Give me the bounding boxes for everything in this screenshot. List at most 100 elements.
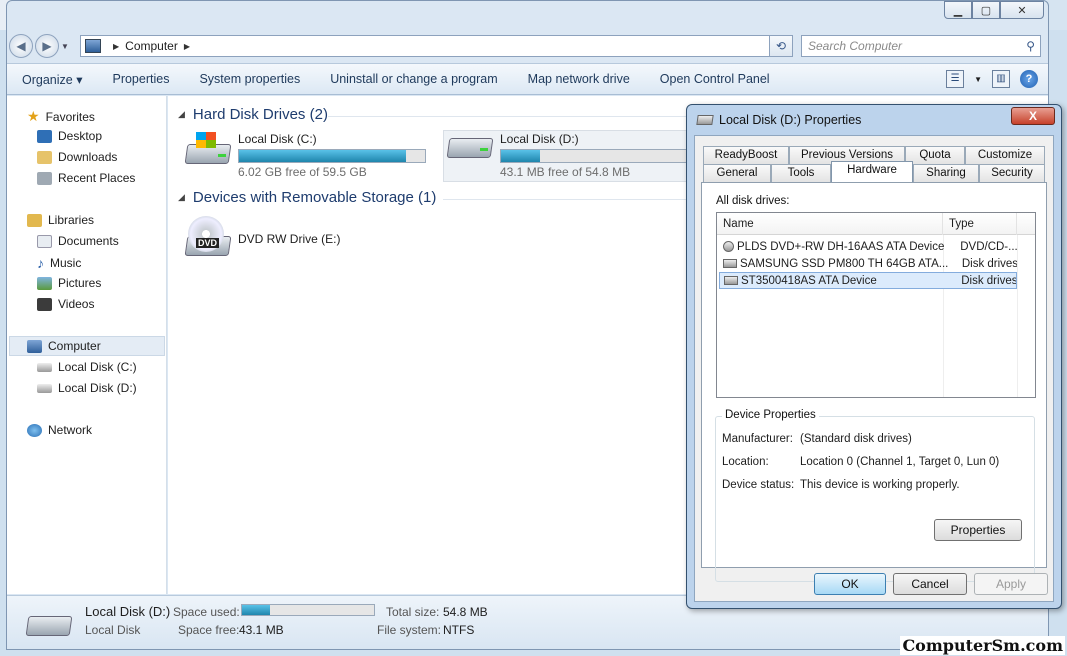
device-properties-button[interactable]: Properties: [934, 519, 1022, 541]
nav-recent-places[interactable]: Recent Places: [37, 171, 135, 185]
list-item[interactable]: SAMSUNG SSD PM800 TH 64GB ATA... Disk dri…: [719, 255, 1017, 272]
drive-c-item[interactable]: Local Disk (C:) 6.02 GB free of 59.5 GB: [184, 132, 426, 179]
all-disk-drives-label: All disk drives:: [716, 195, 790, 207]
open-control-panel-button[interactable]: Open Control Panel: [645, 72, 785, 86]
map-network-drive-button[interactable]: Map network drive: [513, 72, 645, 86]
hard-disk-icon: [723, 259, 737, 268]
nav-pictures[interactable]: Pictures: [37, 276, 101, 290]
view-dropdown-icon[interactable]: ▼: [974, 75, 982, 84]
properties-button[interactable]: Properties: [97, 72, 184, 86]
tab-readyboost[interactable]: ReadyBoost: [703, 146, 789, 164]
drive-c-name: Local Disk (C:): [238, 132, 317, 146]
view-options-icon[interactable]: ☰: [946, 70, 965, 88]
details-space-used-label: Space used:: [173, 605, 240, 619]
device-properties-legend: Device Properties: [722, 409, 819, 421]
apply-button: Apply: [974, 573, 1048, 595]
drive-d-usage-bar: [500, 149, 688, 163]
system-properties-button[interactable]: System properties: [184, 72, 315, 86]
collapse-arrow-icon[interactable]: ◢: [178, 109, 185, 120]
help-icon[interactable]: ?: [1020, 70, 1038, 88]
cancel-button[interactable]: Cancel: [893, 573, 967, 595]
drive-d-name: Local Disk (D:): [500, 132, 579, 146]
ok-button[interactable]: OK: [814, 573, 886, 595]
nav-libraries[interactable]: Libraries: [27, 213, 94, 227]
details-space-free: 43.1 MB: [239, 623, 284, 637]
breadcrumb-computer[interactable]: Computer: [125, 39, 178, 53]
address-bar[interactable]: ▶ Computer ▶ ▼: [80, 35, 792, 57]
properties-dialog: Local Disk (D:) Properties X ReadyBoost …: [686, 104, 1062, 609]
pictures-icon: [37, 276, 52, 290]
drive-d-free: 43.1 MB free of 54.8 MB: [500, 165, 631, 179]
dvd-drive-icon: DVD: [184, 216, 232, 256]
dvd-drive-icon: [723, 241, 734, 252]
back-button[interactable]: ◀: [9, 34, 33, 58]
list-header: Name Type: [717, 213, 1035, 235]
drive-d-item[interactable]: Local Disk (D:) 43.1 MB free of 54.8 MB: [446, 132, 688, 179]
nav-local-disk-c[interactable]: Local Disk (C:): [37, 360, 137, 374]
hard-disk-icon: [25, 612, 73, 636]
minimize-button[interactable]: ▁: [944, 1, 972, 19]
column-name-header[interactable]: Name: [717, 213, 943, 235]
nav-documents[interactable]: Documents: [37, 234, 119, 248]
tab-customize[interactable]: Customize: [965, 146, 1045, 164]
device-status-label: Device status:: [722, 479, 795, 491]
nav-local-disk-d[interactable]: Local Disk (D:): [37, 381, 137, 395]
column-type-header[interactable]: Type: [943, 213, 1017, 235]
details-file-system-label: File system:: [377, 623, 442, 637]
nav-desktop[interactable]: Desktop: [37, 129, 102, 143]
downloads-icon: [37, 150, 52, 164]
refresh-button[interactable]: ⟲: [769, 35, 793, 57]
group-hard-disk-drives[interactable]: ◢ Hard Disk Drives (2): [178, 106, 328, 123]
hard-disk-icon: [724, 276, 738, 285]
manufacturer-value: (Standard disk drives): [800, 433, 912, 445]
recent-pages-dropdown[interactable]: ▼: [61, 42, 71, 51]
details-total-size: 54.8 MB: [443, 605, 488, 619]
maximize-button[interactable]: ▢: [972, 1, 1000, 19]
details-type: Local Disk: [85, 623, 141, 637]
computer-icon: [27, 339, 42, 353]
group-removable-storage[interactable]: ◢ Devices with Removable Storage (1): [178, 189, 436, 206]
videos-icon: [37, 297, 52, 311]
nav-computer[interactable]: Computer: [27, 339, 101, 353]
search-input[interactable]: Search Computer ⚲: [801, 35, 1041, 57]
list-item[interactable]: PLDS DVD+-RW DH-16AAS ATA Device DVD/CD-.…: [719, 238, 1017, 255]
computer-icon: [85, 39, 101, 53]
location-value: Location 0 (Channel 1, Target 0, Lun 0): [800, 456, 1000, 468]
tab-tools[interactable]: Tools: [771, 164, 831, 182]
tab-security[interactable]: Security: [979, 164, 1045, 182]
uninstall-program-button[interactable]: Uninstall or change a program: [315, 72, 512, 86]
tab-hardware[interactable]: Hardware: [831, 161, 913, 182]
search-placeholder: Search Computer: [808, 39, 903, 53]
tab-general[interactable]: General: [703, 164, 771, 182]
tab-quota[interactable]: Quota: [905, 146, 965, 164]
hard-disk-icon: [37, 362, 52, 372]
window-controls: ▁ ▢ ✕: [944, 1, 1044, 19]
close-button[interactable]: ✕: [1000, 1, 1044, 19]
forward-button[interactable]: ▶: [35, 34, 59, 58]
desktop-icon: [37, 129, 52, 143]
hard-disk-icon: [446, 132, 494, 168]
breadcrumb-arrow-icon[interactable]: ▶: [113, 42, 119, 51]
dialog-close-button[interactable]: X: [1011, 107, 1055, 125]
nav-downloads[interactable]: Downloads: [37, 150, 117, 164]
nav-favorites[interactable]: ★ Favorites: [27, 108, 95, 125]
details-file-system: NTFS: [443, 623, 475, 637]
nav-music[interactable]: ♪ Music: [37, 255, 81, 271]
search-icon[interactable]: ⚲: [1026, 36, 1035, 56]
collapse-arrow-icon[interactable]: ◢: [178, 192, 185, 203]
breadcrumb-arrow-icon[interactable]: ▶: [184, 42, 190, 51]
libraries-icon: [27, 213, 42, 227]
nav-network[interactable]: Network: [27, 423, 92, 437]
dvd-drive-item[interactable]: DVD DVD RW Drive (E:): [184, 216, 341, 256]
organize-button[interactable]: Organize ▾: [7, 72, 97, 87]
command-bar: Organize ▾ Properties System properties …: [7, 63, 1048, 95]
list-item-selected[interactable]: ST3500418AS ATA Device Disk drives: [719, 272, 1017, 289]
dvd-drive-name: DVD RW Drive (E:): [238, 232, 341, 246]
preview-pane-icon[interactable]: ▥: [992, 70, 1010, 88]
details-total-size-label: Total size:: [386, 605, 440, 619]
disk-drives-list[interactable]: Name Type PLDS DVD+-RW DH-16AAS ATA Devi…: [716, 212, 1036, 398]
nav-videos[interactable]: Videos: [37, 297, 94, 311]
dialog-body: ReadyBoost Previous Versions Quota Custo…: [694, 135, 1054, 602]
tab-sharing[interactable]: Sharing: [913, 164, 979, 182]
manufacturer-label: Manufacturer:: [722, 433, 793, 445]
